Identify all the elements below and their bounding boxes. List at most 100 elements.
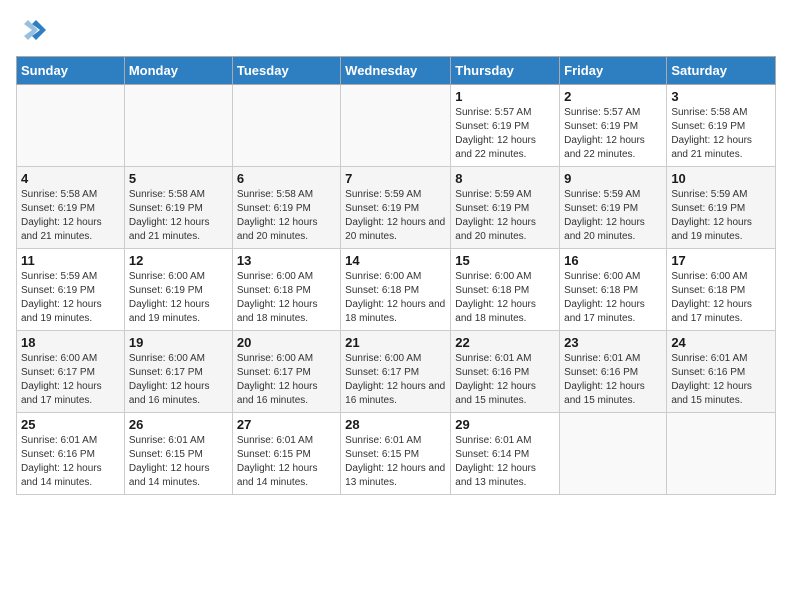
calendar-cell: 27Sunrise: 6:01 AM Sunset: 6:15 PM Dayli… (232, 413, 340, 495)
day-number: 28 (345, 417, 446, 432)
calendar-cell: 15 Sunrise: 6:00 AM Sunset: 6:18 PM Dayli… (451, 249, 560, 331)
day-info: Sunrise: 6:01 AM Sunset: 6:16 PM Dayligh… (21, 434, 120, 490)
calendar-cell: 24 Sunrise: 6:01 AM Sunset: 6:16 PM Dayli… (667, 331, 776, 413)
day-info: Sunrise: 5:57 AM Sunset: 6:19 PM Dayligh… (455, 106, 555, 162)
day-info: Sunrise: 6:00 AM Sunset: 6:17 PM Dayligh… (345, 352, 446, 408)
day-info: Sunrise: 6:00 AM Sunset: 6:18 PM Dayligh… (345, 270, 446, 326)
calendar-cell: 7 Sunrise: 5:59 AM Sunset: 6:19 PM Daylig… (341, 167, 451, 249)
day-number: 16 (564, 253, 662, 268)
day-info: Sunrise: 6:00 AM Sunset: 6:17 PM Dayligh… (21, 352, 120, 408)
calendar-cell (667, 413, 776, 495)
dow-header: Saturday (667, 57, 776, 85)
calendar-body: 1 Sunrise: 5:57 AM Sunset: 6:19 PM Daylig… (17, 85, 776, 495)
calendar-cell: 10 Sunrise: 5:59 AM Sunset: 6:19 PM Dayli… (667, 167, 776, 249)
calendar-cell: 20 Sunrise: 6:00 AM Sunset: 6:17 PM Dayli… (232, 331, 340, 413)
calendar-table: SundayMondayTuesdayWednesdayThursdayFrid… (16, 56, 776, 495)
dow-header: Tuesday (232, 57, 340, 85)
calendar-cell: 29Sunrise: 6:01 AM Sunset: 6:14 PM Dayli… (451, 413, 560, 495)
day-info: Sunrise: 5:58 AM Sunset: 6:19 PM Dayligh… (671, 106, 771, 162)
day-info: Sunrise: 6:01 AM Sunset: 6:16 PM Dayligh… (564, 352, 662, 408)
day-number: 8 (455, 171, 555, 186)
calendar-cell: 5Sunrise: 5:58 AM Sunset: 6:19 PM Daylig… (124, 167, 232, 249)
calendar-cell: 17 Sunrise: 6:00 AM Sunset: 6:18 PM Dayli… (667, 249, 776, 331)
day-number: 12 (129, 253, 228, 268)
calendar-cell (341, 85, 451, 167)
calendar-cell (17, 85, 125, 167)
calendar-cell: 22 Sunrise: 6:01 AM Sunset: 6:16 PM Dayli… (451, 331, 560, 413)
days-of-week-row: SundayMondayTuesdayWednesdayThursdayFrid… (17, 57, 776, 85)
day-number: 20 (237, 335, 336, 350)
day-number: 24 (671, 335, 771, 350)
dow-header: Thursday (451, 57, 560, 85)
day-info: Sunrise: 6:01 AM Sunset: 6:15 PM Dayligh… (345, 434, 446, 490)
day-number: 9 (564, 171, 662, 186)
day-info: Sunrise: 6:00 AM Sunset: 6:17 PM Dayligh… (129, 352, 228, 408)
day-number: 7 (345, 171, 446, 186)
day-number: 4 (21, 171, 120, 186)
day-info: Sunrise: 6:00 AM Sunset: 6:17 PM Dayligh… (237, 352, 336, 408)
dow-header: Monday (124, 57, 232, 85)
calendar-cell: 8 Sunrise: 5:59 AM Sunset: 6:19 PM Daylig… (451, 167, 560, 249)
day-info: Sunrise: 6:01 AM Sunset: 6:16 PM Dayligh… (671, 352, 771, 408)
day-info: Sunrise: 6:00 AM Sunset: 6:18 PM Dayligh… (671, 270, 771, 326)
day-number: 18 (21, 335, 120, 350)
calendar-week-row: 11 Sunrise: 5:59 AM Sunset: 6:19 PM Dayli… (17, 249, 776, 331)
day-number: 15 (455, 253, 555, 268)
calendar-cell: 18 Sunrise: 6:00 AM Sunset: 6:17 PM Dayli… (17, 331, 125, 413)
calendar-cell: 9 Sunrise: 5:59 AM Sunset: 6:19 PM Daylig… (560, 167, 667, 249)
day-number: 14 (345, 253, 446, 268)
day-info: Sunrise: 5:59 AM Sunset: 6:19 PM Dayligh… (21, 270, 120, 326)
day-info: Sunrise: 5:58 AM Sunset: 6:19 PM Dayligh… (237, 188, 336, 244)
day-info: Sunrise: 6:00 AM Sunset: 6:18 PM Dayligh… (564, 270, 662, 326)
day-number: 22 (455, 335, 555, 350)
day-info: Sunrise: 5:59 AM Sunset: 6:19 PM Dayligh… (345, 188, 446, 244)
day-number: 11 (21, 253, 120, 268)
calendar-cell: 4 Sunrise: 5:58 AM Sunset: 6:19 PM Daylig… (17, 167, 125, 249)
day-info: Sunrise: 5:59 AM Sunset: 6:19 PM Dayligh… (671, 188, 771, 244)
day-number: 26 (129, 417, 228, 432)
calendar-cell: 26 Sunrise: 6:01 AM Sunset: 6:15 PM Dayli… (124, 413, 232, 495)
day-number: 17 (671, 253, 771, 268)
day-info: Sunrise: 6:01 AM Sunset: 6:15 PM Dayligh… (129, 434, 228, 490)
logo (16, 16, 50, 48)
calendar-cell: 14 Sunrise: 6:00 AM Sunset: 6:18 PM Dayli… (341, 249, 451, 331)
day-number: 2 (564, 89, 662, 104)
day-info: Sunrise: 6:01 AM Sunset: 6:16 PM Dayligh… (455, 352, 555, 408)
dow-header: Wednesday (341, 57, 451, 85)
calendar-cell (232, 85, 340, 167)
calendar-week-row: 1 Sunrise: 5:57 AM Sunset: 6:19 PM Daylig… (17, 85, 776, 167)
day-number: 23 (564, 335, 662, 350)
dow-header: Friday (560, 57, 667, 85)
day-number: 1 (455, 89, 555, 104)
calendar-cell: 19 Sunrise: 6:00 AM Sunset: 6:17 PM Dayli… (124, 331, 232, 413)
calendar-cell (560, 413, 667, 495)
logo-icon (18, 16, 50, 48)
day-number: 3 (671, 89, 771, 104)
day-number: 10 (671, 171, 771, 186)
calendar-cell: 3 Sunrise: 5:58 AM Sunset: 6:19 PM Daylig… (667, 85, 776, 167)
day-info: Sunrise: 5:59 AM Sunset: 6:19 PM Dayligh… (455, 188, 555, 244)
calendar-week-row: 25Sunrise: 6:01 AM Sunset: 6:16 PM Dayli… (17, 413, 776, 495)
day-number: 13 (237, 253, 336, 268)
day-info: Sunrise: 5:58 AM Sunset: 6:19 PM Dayligh… (21, 188, 120, 244)
calendar-cell: 21 Sunrise: 6:00 AM Sunset: 6:17 PM Dayli… (341, 331, 451, 413)
day-number: 19 (129, 335, 228, 350)
calendar-cell: 25Sunrise: 6:01 AM Sunset: 6:16 PM Dayli… (17, 413, 125, 495)
day-info: Sunrise: 6:01 AM Sunset: 6:15 PM Dayligh… (237, 434, 336, 490)
calendar-week-row: 18 Sunrise: 6:00 AM Sunset: 6:17 PM Dayli… (17, 331, 776, 413)
calendar-cell: 1 Sunrise: 5:57 AM Sunset: 6:19 PM Daylig… (451, 85, 560, 167)
day-info: Sunrise: 6:00 AM Sunset: 6:18 PM Dayligh… (455, 270, 555, 326)
day-info: Sunrise: 5:57 AM Sunset: 6:19 PM Dayligh… (564, 106, 662, 162)
calendar-cell: 12Sunrise: 6:00 AM Sunset: 6:19 PM Dayli… (124, 249, 232, 331)
day-info: Sunrise: 5:59 AM Sunset: 6:19 PM Dayligh… (564, 188, 662, 244)
calendar-cell (124, 85, 232, 167)
day-info: Sunrise: 6:00 AM Sunset: 6:18 PM Dayligh… (237, 270, 336, 326)
dow-header: Sunday (17, 57, 125, 85)
day-number: 5 (129, 171, 228, 186)
calendar-cell: 11 Sunrise: 5:59 AM Sunset: 6:19 PM Dayli… (17, 249, 125, 331)
calendar-cell: 16 Sunrise: 6:00 AM Sunset: 6:18 PM Dayli… (560, 249, 667, 331)
calendar-week-row: 4 Sunrise: 5:58 AM Sunset: 6:19 PM Daylig… (17, 167, 776, 249)
calendar-cell: 2 Sunrise: 5:57 AM Sunset: 6:19 PM Daylig… (560, 85, 667, 167)
page-header (16, 16, 776, 48)
day-number: 21 (345, 335, 446, 350)
